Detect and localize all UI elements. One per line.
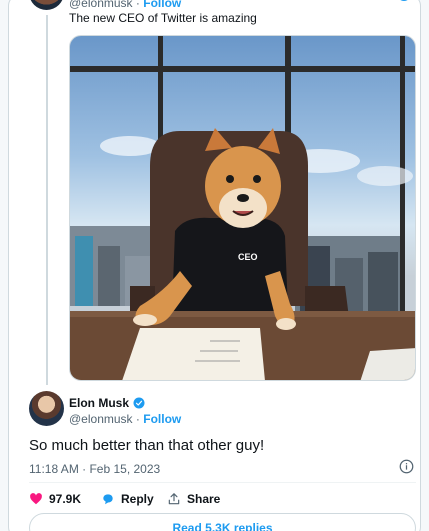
- divider: [29, 482, 416, 483]
- info-icon[interactable]: [399, 459, 414, 474]
- like-button[interactable]: 97.9K: [29, 492, 81, 506]
- ceo-badge: CEO: [238, 252, 258, 262]
- avatar[interactable]: [29, 391, 64, 426]
- author-handle-row: @elonmusk · Follow: [69, 412, 181, 426]
- quoted-avatar[interactable]: [29, 0, 64, 10]
- quoted-handle[interactable]: @elonmusk: [69, 0, 133, 10]
- quoted-follow-link[interactable]: Follow: [143, 0, 181, 10]
- heart-icon: [30, 493, 42, 505]
- share-icon: [168, 493, 180, 505]
- quoted-handle-row: @elonmusk · Follow: [69, 0, 181, 10]
- tweet-card: @elonmusk · Follow The new CEO of Twitte…: [8, 0, 421, 531]
- twitter-logo-icon[interactable]: [397, 0, 411, 1]
- author-handle[interactable]: @elonmusk: [69, 412, 133, 426]
- separator-dot: ·: [135, 412, 140, 426]
- reply-bubble-icon: [103, 494, 113, 505]
- reply-label: Reply: [121, 492, 154, 506]
- thread-line: [46, 15, 48, 385]
- tweet-text: So much better than that other guy!: [29, 437, 265, 454]
- separator-dot: ·: [135, 0, 140, 10]
- follow-link[interactable]: Follow: [143, 412, 181, 426]
- tweet-timestamp[interactable]: 11:18 AM · Feb 15, 2023: [29, 462, 160, 476]
- share-button[interactable]: Share: [167, 492, 220, 506]
- like-count: 97.9K: [49, 492, 82, 506]
- tweet-photo[interactable]: CEO: [69, 35, 416, 381]
- author-name[interactable]: Elon Musk: [69, 396, 129, 410]
- verified-badge-icon: [133, 397, 145, 409]
- share-label: Share: [187, 492, 221, 506]
- reply-button[interactable]: Reply: [101, 492, 154, 506]
- author-name-row: Elon Musk: [69, 396, 145, 410]
- read-replies-button[interactable]: Read 5.3K replies: [29, 513, 416, 531]
- quoted-tweet-text: The new CEO of Twitter is amazing: [69, 11, 257, 25]
- photo-illustration: [70, 36, 415, 380]
